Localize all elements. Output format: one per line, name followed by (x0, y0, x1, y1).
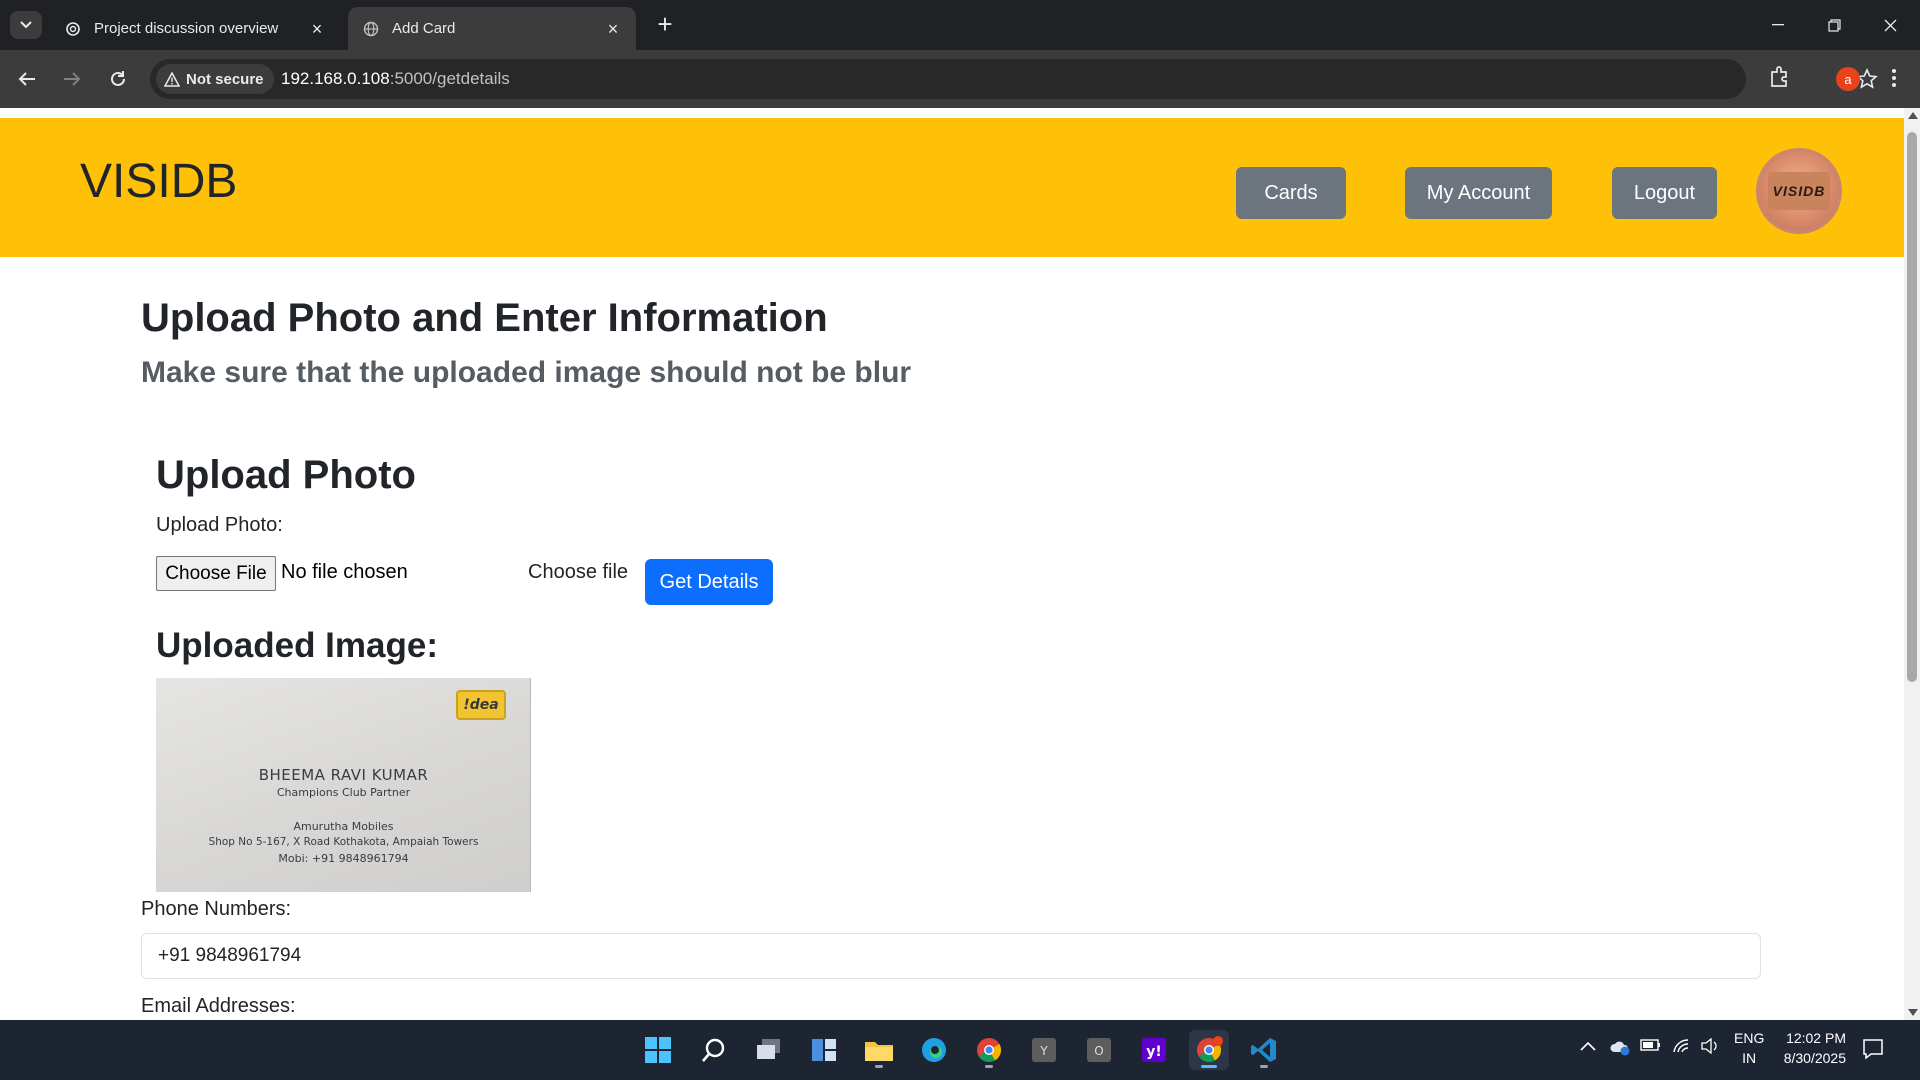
yahoo-icon[interactable]: y! (1134, 1030, 1174, 1070)
file-status-text: No file chosen (281, 561, 408, 583)
close-tab-icon[interactable]: × (604, 20, 622, 38)
running-indicator (875, 1065, 883, 1068)
svg-text:y!: y! (1146, 1044, 1162, 1060)
close-icon (1884, 19, 1896, 31)
choose-file-button[interactable]: Choose File (156, 556, 276, 591)
tab-project-discussion[interactable]: Project discussion overview × (50, 7, 340, 50)
tab-title: Project discussion overview (94, 20, 279, 37)
card-mobile: Mobi: +91 9848961794 (278, 852, 409, 865)
reload-button[interactable] (103, 64, 133, 94)
onedrive-icon[interactable] (1609, 1038, 1631, 1061)
edge-browser-icon[interactable] (914, 1030, 954, 1070)
tab-search-button[interactable] (10, 11, 42, 39)
forward-button[interactable] (57, 64, 87, 94)
scrollbar-thumb[interactable] (1907, 132, 1917, 682)
page-scrollbar[interactable] (1904, 108, 1920, 1020)
arrow-left-icon (18, 72, 35, 86)
logo-text: VISIDB (1768, 172, 1830, 210)
url-path: :5000/getdetails (389, 69, 510, 88)
widgets-icon[interactable] (804, 1030, 844, 1070)
logout-button[interactable]: Logout (1612, 167, 1717, 219)
email-addresses-label: Email Addresses: (141, 995, 296, 1017)
restore-button[interactable] (1806, 0, 1862, 50)
openai-icon (64, 20, 82, 38)
site-header: VISIDB Cards My Account Logout VISIDB (0, 118, 1904, 257)
file-explorer-icon[interactable] (859, 1030, 899, 1070)
card-role: Champions Club Partner (276, 786, 411, 799)
task-view-icon[interactable] (749, 1030, 789, 1070)
choose-file-label: Choose file (528, 561, 629, 583)
close-window-button[interactable] (1862, 0, 1918, 50)
idea-logo: !dea (456, 690, 506, 720)
upload-section-title: Upload Photo (156, 453, 416, 497)
card-name: BHEEMA RAVI KUMAR (258, 766, 429, 784)
wifi-icon[interactable] (1672, 1038, 1692, 1059)
back-button[interactable] (12, 64, 42, 94)
uploaded-business-card-image: !dea BHEEMA RAVI KUMAR Champions Club Pa… (156, 678, 531, 892)
browser-toolbar: Not secure 192.168.0.108:5000/getdetails… (0, 50, 1920, 108)
reload-icon (111, 71, 125, 86)
tray-overflow-chevron-icon[interactable] (1580, 1038, 1596, 1056)
page-subtitle: Make sure that the uploaded image should… (141, 356, 912, 389)
vscode-icon[interactable] (1244, 1030, 1284, 1070)
clock-time: 12:02 PM (1786, 1030, 1846, 1046)
clock-date: 8/30/2025 (1783, 1050, 1846, 1066)
page-title: Upload Photo and Enter Information (141, 296, 828, 340)
active-indicator (1201, 1065, 1217, 1068)
close-tab-icon[interactable]: × (308, 20, 326, 38)
search-icon[interactable] (694, 1030, 734, 1070)
svg-text:O: O (1094, 1044, 1103, 1058)
upload-photo-label: Upload Photo: (156, 514, 283, 536)
phone-numbers-input[interactable]: +91 9848961794 (141, 933, 1761, 979)
profile-avatar[interactable]: a (1836, 67, 1860, 91)
tab-title: Add Card (392, 20, 456, 37)
restore-icon (1827, 18, 1841, 32)
card-company: Amurutha Mobiles (293, 820, 394, 833)
site-info-button[interactable]: Not secure (156, 64, 274, 94)
arrow-right-icon (64, 72, 81, 86)
minimize-button[interactable] (1750, 0, 1806, 50)
battery-icon[interactable] (1640, 1038, 1662, 1057)
cards-button[interactable]: Cards (1236, 167, 1346, 219)
site-logo: VISIDB (1756, 148, 1842, 234)
notification-center-icon[interactable] (1862, 1038, 1886, 1062)
chrome-icon[interactable] (969, 1030, 1009, 1070)
page-viewport: VISIDB Cards My Account Logout VISIDB Up… (0, 108, 1904, 1020)
phone-numbers-label: Phone Numbers: (141, 898, 292, 920)
language-code: ENG (1734, 1030, 1765, 1046)
warning-icon (164, 71, 180, 87)
chevron-down-icon (20, 21, 32, 29)
chrome-profile-icon[interactable] (1189, 1030, 1229, 1070)
system-clock[interactable]: 12:02 PM 8/30/2025 (1776, 1028, 1846, 1068)
running-indicator (985, 1065, 993, 1068)
scroll-up-arrow-icon[interactable] (1908, 112, 1918, 119)
uploaded-image-title: Uploaded Image: (156, 626, 438, 665)
browser-tab-strip: Project discussion overview × Add Card ×… (0, 0, 1920, 50)
site-brand[interactable]: VISIDB (80, 154, 237, 209)
svg-text:Y: Y (1039, 1044, 1048, 1058)
language-indicator[interactable]: ENG IN (1734, 1028, 1764, 1068)
url-text[interactable]: 192.168.0.108:5000/getdetails (281, 69, 510, 89)
keyboard-region: IN (1742, 1050, 1757, 1066)
app-y-icon[interactable]: Y (1024, 1030, 1064, 1070)
my-account-button[interactable]: My Account (1405, 167, 1552, 219)
windows-taskbar: Y O y! ENG IN 12:02 PM 8/30/2025 (0, 1020, 1920, 1080)
new-tab-button[interactable]: + (652, 11, 678, 38)
extensions-puzzle-icon[interactable] (1768, 65, 1794, 91)
browser-menu-icon[interactable] (1882, 65, 1906, 91)
card-address: Shop No 5-167, X Road Kothakota, Ampaiah… (208, 836, 479, 848)
security-label: Not secure (186, 70, 264, 88)
scroll-down-arrow-icon[interactable] (1908, 1009, 1918, 1016)
app-o-icon[interactable]: O (1079, 1030, 1119, 1070)
url-host: 192.168.0.108 (281, 69, 390, 88)
start-windows-icon[interactable] (638, 1030, 678, 1070)
globe-icon (362, 20, 380, 38)
tab-add-card[interactable]: Add Card × (348, 7, 636, 50)
minimize-icon (1772, 24, 1784, 26)
address-bar[interactable]: Not secure 192.168.0.108:5000/getdetails (150, 59, 1878, 99)
running-indicator (1260, 1065, 1268, 1068)
volume-icon[interactable] (1700, 1037, 1720, 1059)
get-details-button[interactable]: Get Details (645, 559, 773, 605)
